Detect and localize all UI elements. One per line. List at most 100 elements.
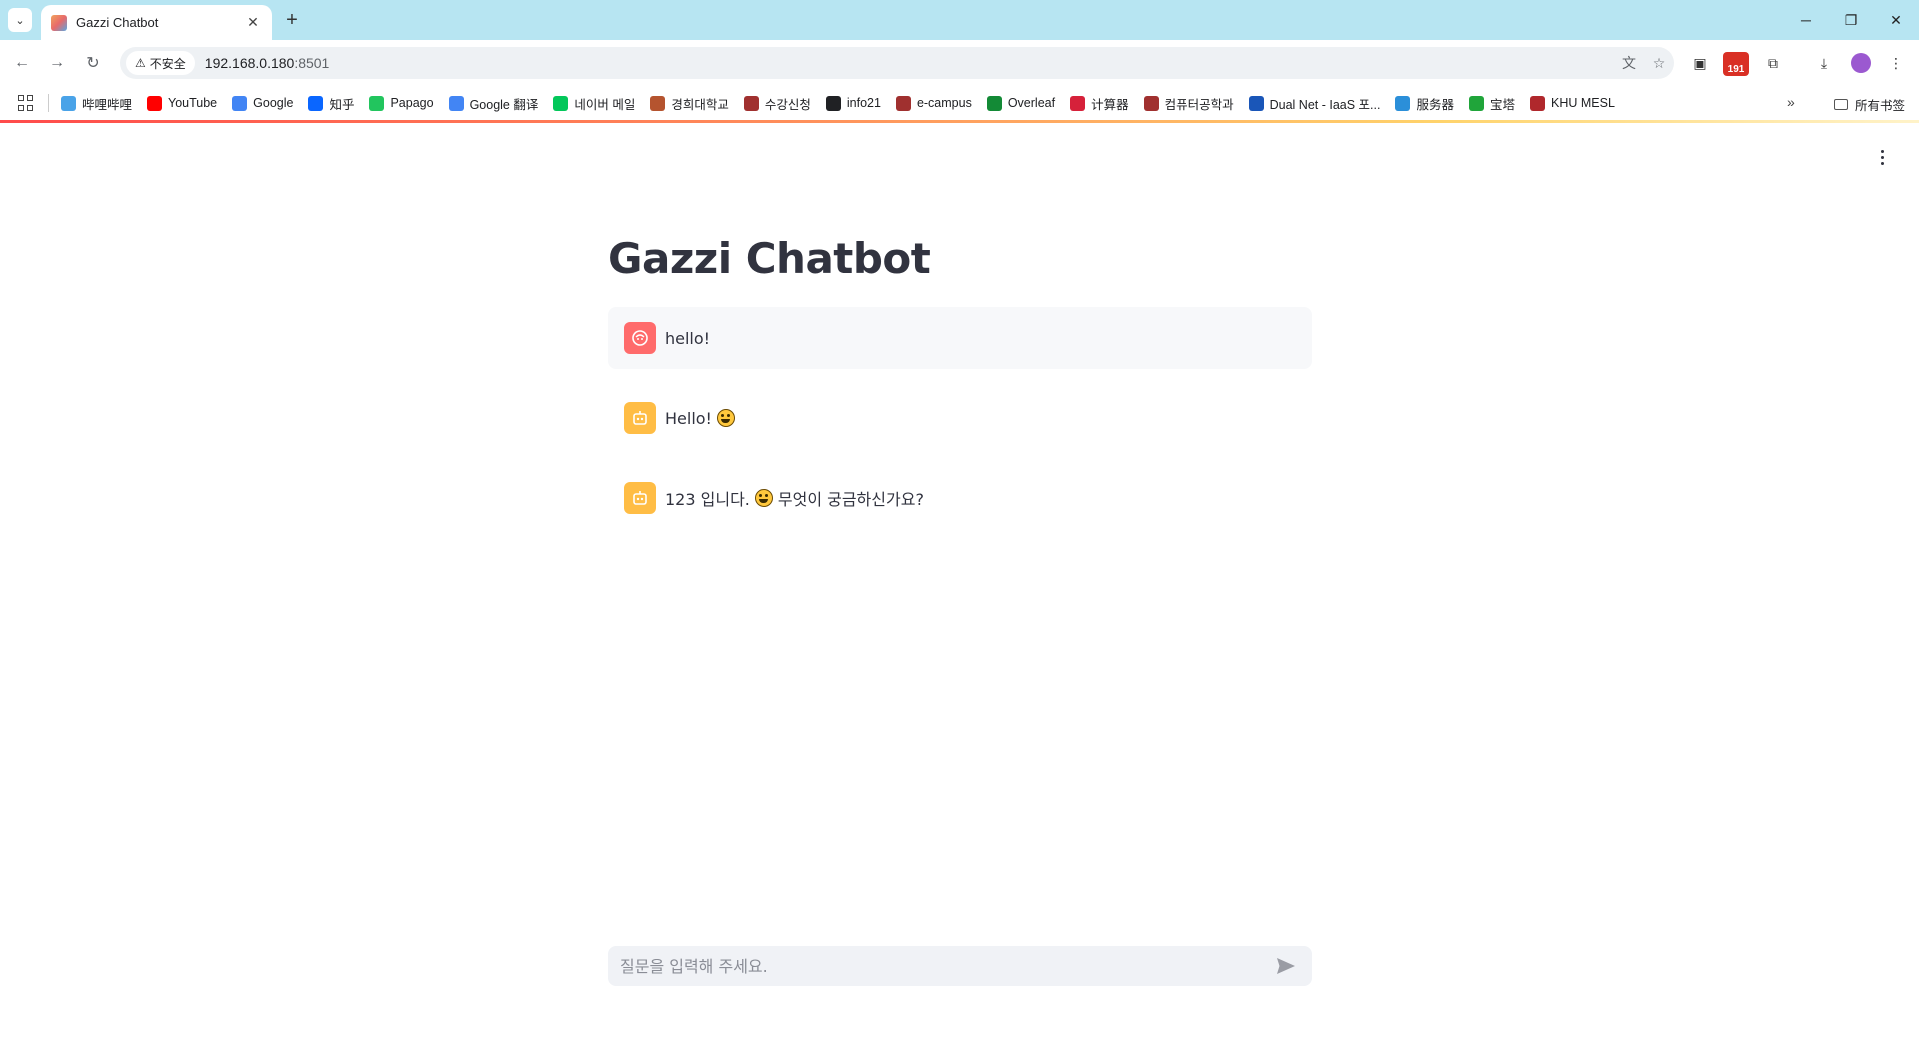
bookmark-label: Google xyxy=(253,96,294,110)
browser-toolbar: ← → ↻ ⚠ 不安全 192.168.0.180:8501 文 ☆ ▣ 191… xyxy=(0,40,1919,86)
bookmark-item[interactable]: 知乎 xyxy=(308,94,354,113)
bookmark-label: 네이버 메일 xyxy=(574,97,636,112)
bookmark-label: 宝塔 xyxy=(1489,97,1515,112)
extension-badge[interactable]: 191 xyxy=(1723,52,1749,76)
bookmark-label: 服务器 xyxy=(1416,97,1454,112)
close-icon[interactable]: ✕ xyxy=(244,14,262,31)
globe-icon xyxy=(825,95,841,111)
send-icon xyxy=(1277,958,1295,974)
apps-grid-icon[interactable] xyxy=(18,95,34,111)
bookmark-label: 경희대학교 xyxy=(671,97,729,112)
baota-icon xyxy=(1468,95,1484,111)
bookmark-item[interactable]: e-campus xyxy=(895,95,972,111)
papago-icon xyxy=(369,95,385,111)
all-bookmarks-label: 所有书签 xyxy=(1855,99,1906,113)
tab-title: Gazzi Chatbot xyxy=(76,15,159,30)
bookmark-item[interactable]: 수강신청 xyxy=(743,94,811,113)
page-title: Gazzi Chatbot xyxy=(608,234,931,283)
chat-message-assistant: 123 입니다. 무엇이 궁금하신가요? xyxy=(608,467,1312,529)
bookmark-item[interactable]: 네이버 메일 xyxy=(553,94,635,113)
bookmark-label: 컴퓨터공학과 xyxy=(1164,97,1234,112)
bot-avatar-icon xyxy=(624,402,656,434)
bot-avatar-icon xyxy=(624,482,656,514)
chat-input-container xyxy=(608,946,1312,986)
bookmark-item[interactable]: Dual Net - IaaS 포... xyxy=(1248,94,1380,113)
bookmark-label: 수강신청 xyxy=(764,97,811,112)
bookmark-item[interactable]: YouTube xyxy=(147,95,217,111)
bookmark-item[interactable]: Papago xyxy=(369,95,434,111)
grinning-face-emoji-icon xyxy=(716,409,735,427)
browser-tab[interactable]: Gazzi Chatbot ✕ xyxy=(41,5,272,40)
address-bar[interactable]: ⚠ 不安全 192.168.0.180:8501 文 ☆ xyxy=(120,47,1674,79)
forward-button[interactable]: → xyxy=(45,51,69,75)
bookmark-label: Papago xyxy=(390,96,434,110)
more-bookmarks-icon[interactable]: » xyxy=(1787,94,1795,110)
youtube-icon xyxy=(147,95,163,111)
bookmark-label: Overleaf xyxy=(1007,96,1056,110)
bookmark-item[interactable]: Google 翻译 xyxy=(448,94,539,113)
back-button[interactable]: ← xyxy=(10,51,34,75)
bookmark-list: 哔哩哔哩 YouTube Google 知乎 Papago Google 翻译 네이버 메일… xyxy=(61,94,1630,113)
chat-input[interactable] xyxy=(620,956,1272,976)
message-text-before: 123 입니다. xyxy=(665,490,750,509)
cloud-icon xyxy=(1395,95,1411,111)
arrow-right-icon: → xyxy=(49,54,65,71)
khu-icon xyxy=(743,95,759,111)
restore-button[interactable]: ❐ xyxy=(1829,6,1873,34)
url-host: 192.168.0.180 xyxy=(204,55,295,71)
bookmark-item[interactable]: Overleaf xyxy=(986,95,1056,111)
naver-mail-icon xyxy=(553,95,569,111)
bookmark-item[interactable]: 컴퓨터공학과 xyxy=(1143,94,1234,113)
security-chip[interactable]: ⚠ 不安全 xyxy=(126,51,195,75)
reload-button[interactable]: ↻ xyxy=(81,51,105,75)
browser-titlebar: ⌄ Gazzi Chatbot ✕ + ─ ❐ ✕ xyxy=(0,0,1919,40)
send-button[interactable] xyxy=(1272,952,1300,980)
bookmark-item[interactable]: info21 xyxy=(825,95,881,111)
bookmark-label: e-campus xyxy=(916,96,972,110)
bookmark-item[interactable]: 경희대학교 xyxy=(650,94,729,113)
bookmark-item[interactable]: 计算器 xyxy=(1070,94,1129,113)
bookmark-label: Google 翻译 xyxy=(469,97,539,112)
bookmark-label: 计算器 xyxy=(1091,97,1129,112)
chat-message-user: hello! xyxy=(608,307,1312,369)
google-translate-icon xyxy=(448,95,464,111)
url-port: :8501 xyxy=(294,55,330,71)
minimize-button[interactable]: ─ xyxy=(1784,6,1828,34)
new-tab-button[interactable]: + xyxy=(280,8,304,32)
dualnet-icon xyxy=(1248,95,1264,111)
bookmarks-divider xyxy=(48,94,49,112)
extensions-puzzle-icon[interactable]: ⧉ xyxy=(1761,51,1785,75)
bilibili-icon xyxy=(61,95,76,111)
bookmark-label: 哔哩哔哩 xyxy=(82,97,133,112)
message-text-after: 무엇이 궁금하신가요? xyxy=(777,490,924,509)
all-bookmarks-button[interactable]: 所有书签 xyxy=(1834,95,1905,114)
bookmark-item[interactable]: 宝塔 xyxy=(1468,94,1515,113)
chat-message-assistant: Hello! xyxy=(608,387,1312,449)
overleaf-icon xyxy=(986,95,1002,111)
warning-icon: ⚠ xyxy=(135,56,146,70)
user-avatar-icon xyxy=(624,322,656,354)
security-label: 不安全 xyxy=(149,56,186,71)
bookmark-label: 知乎 xyxy=(329,97,355,112)
bookmark-item[interactable]: 哔哩哔哩 xyxy=(61,94,132,113)
extension-chart-icon[interactable]: ▣ xyxy=(1688,51,1712,75)
url-text[interactable]: 192.168.0.180:8501 xyxy=(205,55,1614,71)
bookmark-star-icon[interactable]: ☆ xyxy=(1644,51,1674,75)
reload-icon: ↻ xyxy=(86,55,100,72)
folder-icon xyxy=(1834,99,1848,110)
symbolab-icon xyxy=(1070,95,1086,111)
translate-icon[interactable]: 文 xyxy=(1614,51,1644,75)
tab-search-button[interactable]: ⌄ xyxy=(8,8,32,32)
mesl-icon xyxy=(1530,95,1545,111)
khu-icon xyxy=(895,95,911,111)
bookmark-label: info21 xyxy=(846,96,881,110)
khu-icon xyxy=(1143,95,1159,111)
bookmark-item[interactable]: Google xyxy=(232,95,294,111)
close-window-button[interactable]: ✕ xyxy=(1874,6,1918,34)
bookmark-item[interactable]: 服务器 xyxy=(1395,94,1454,113)
app-main-menu-button[interactable] xyxy=(1874,146,1890,168)
profile-avatar[interactable] xyxy=(1851,53,1871,73)
kebab-menu-icon[interactable]: ⋮ xyxy=(1884,51,1908,75)
bookmark-item[interactable]: KHU MESL xyxy=(1530,95,1615,111)
download-icon[interactable]: ⤓ xyxy=(1812,51,1836,75)
